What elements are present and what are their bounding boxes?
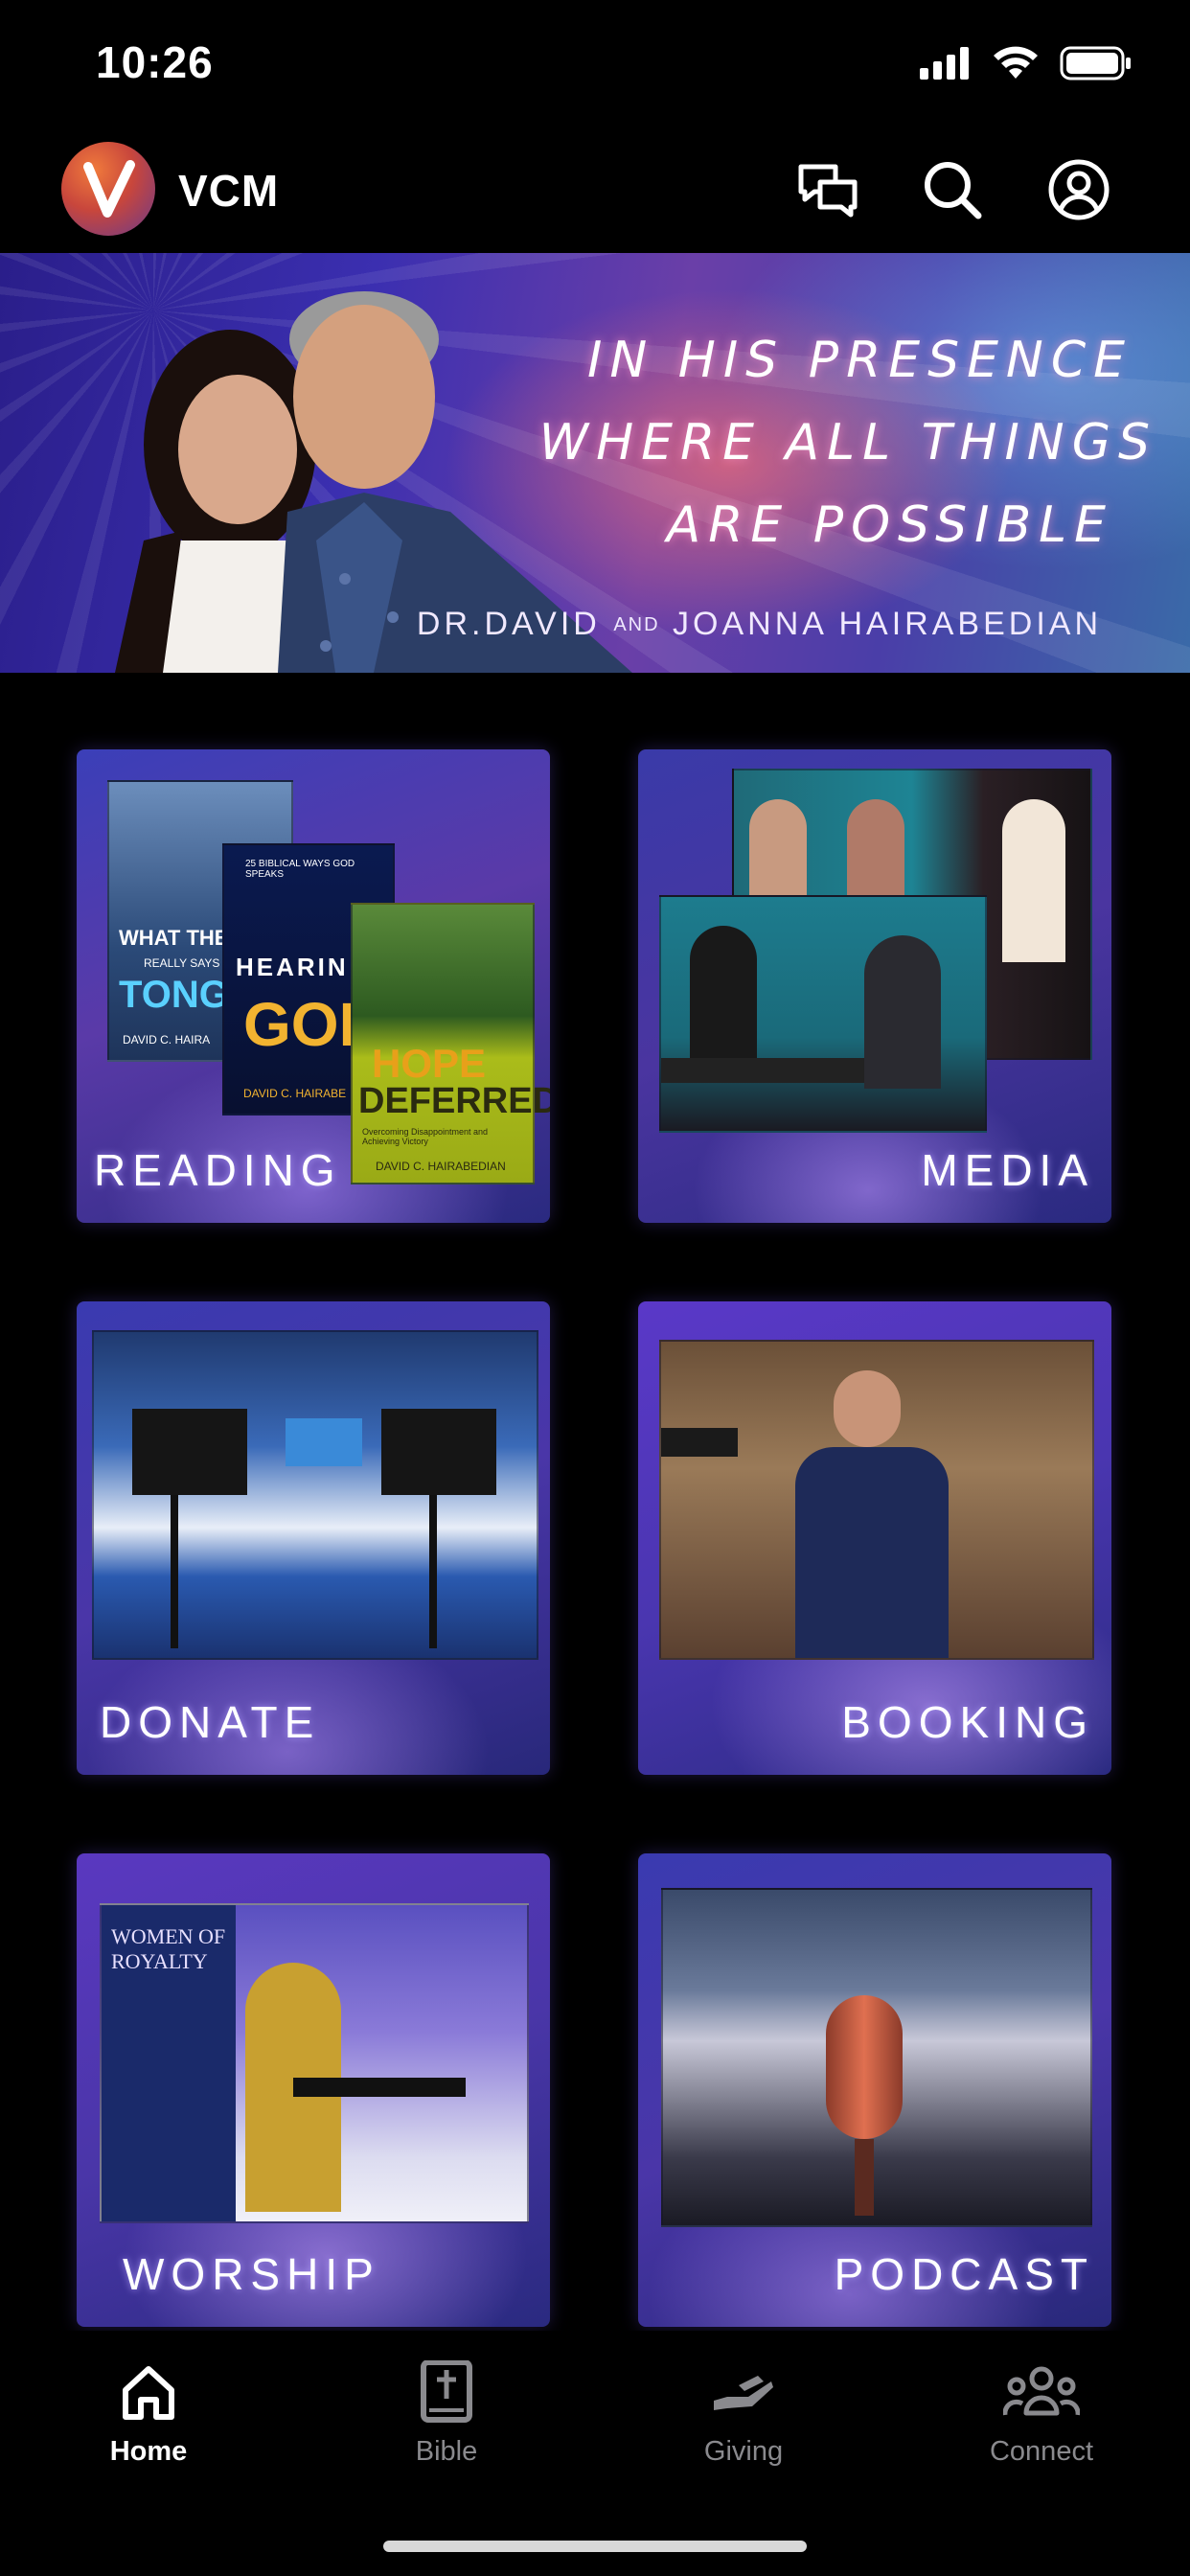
donate-studio-photo <box>92 1330 538 1660</box>
home-icon <box>123 2366 174 2420</box>
hero-banner[interactable]: IN HIS PRESENCE WHERE ALL THINGS ARE POS… <box>0 253 1190 673</box>
book-cover-hope-deferred: HOPE DEFERRED Overcoming Disappointment … <box>351 903 550 1184</box>
tab-connect[interactable]: Connect <box>946 2358 1137 2472</box>
app-header: VCM <box>0 134 1190 253</box>
worship-photo: WOMEN OF ROYALTY <box>100 1903 529 2223</box>
tile-worship-label: WORSHIP <box>123 2249 380 2299</box>
tile-donate[interactable]: DONATE <box>77 1301 550 1775</box>
status-bar: 10:26 <box>0 0 1190 134</box>
tile-donate-label: DONATE <box>100 1697 321 1747</box>
vcm-logo[interactable] <box>61 142 155 236</box>
search-button[interactable] <box>918 155 987 224</box>
tile-media[interactable]: MEDIA <box>638 749 1111 1223</box>
tile-booking-label: BOOKING <box>841 1697 1094 1747</box>
bible-icon <box>421 2360 472 2423</box>
status-time: 10:26 <box>96 37 214 87</box>
hero-line-3: ARE POSSIBLE <box>666 496 1113 554</box>
chat-icon <box>798 164 858 218</box>
hero-line-2: WHERE ALL THINGS <box>538 414 1157 472</box>
tile-reading[interactable]: WHAT THE REALLY SAYS A TONGU DAVID C. HA… <box>77 749 550 1223</box>
tile-reading-label: READING <box>94 1145 342 1195</box>
tile-worship[interactable]: WOMEN OF ROYALTY WORSHIP <box>77 1853 550 2327</box>
tab-bible[interactable]: Bible <box>351 2358 542 2472</box>
tab-giving[interactable]: Giving <box>648 2358 839 2472</box>
booking-speaker-photo <box>659 1340 1094 1660</box>
tile-podcast-label: PODCAST <box>834 2249 1094 2299</box>
tab-home[interactable]: Home <box>53 2358 244 2472</box>
bottom-tab-bar: Home Bible Giving Connect <box>0 2331 1190 2576</box>
status-icons <box>920 46 1133 80</box>
account-button[interactable] <box>1044 155 1113 224</box>
media-photo-music <box>659 895 987 1133</box>
account-icon <box>1048 159 1110 220</box>
cellular-signal-icon <box>920 47 969 80</box>
wifi-icon <box>994 46 1038 79</box>
giving-hand-icon <box>714 2376 773 2410</box>
hero-byline: DR.DAVID AND JOANNA HAIRABEDIAN <box>416 606 1102 642</box>
tile-media-label: MEDIA <box>921 1145 1094 1195</box>
podcast-microphone-photo <box>661 1888 1092 2227</box>
battery-icon <box>1060 46 1131 80</box>
chat-button[interactable] <box>793 155 862 224</box>
tile-podcast[interactable]: PODCAST <box>638 1853 1111 2327</box>
group-icon <box>1003 2366 1080 2416</box>
search-icon <box>925 162 982 219</box>
hero-line-1: IN HIS PRESENCE <box>586 332 1133 389</box>
tile-booking[interactable]: BOOKING <box>638 1301 1111 1775</box>
home-indicator <box>383 2541 807 2552</box>
brand-title: VCM <box>178 166 280 216</box>
